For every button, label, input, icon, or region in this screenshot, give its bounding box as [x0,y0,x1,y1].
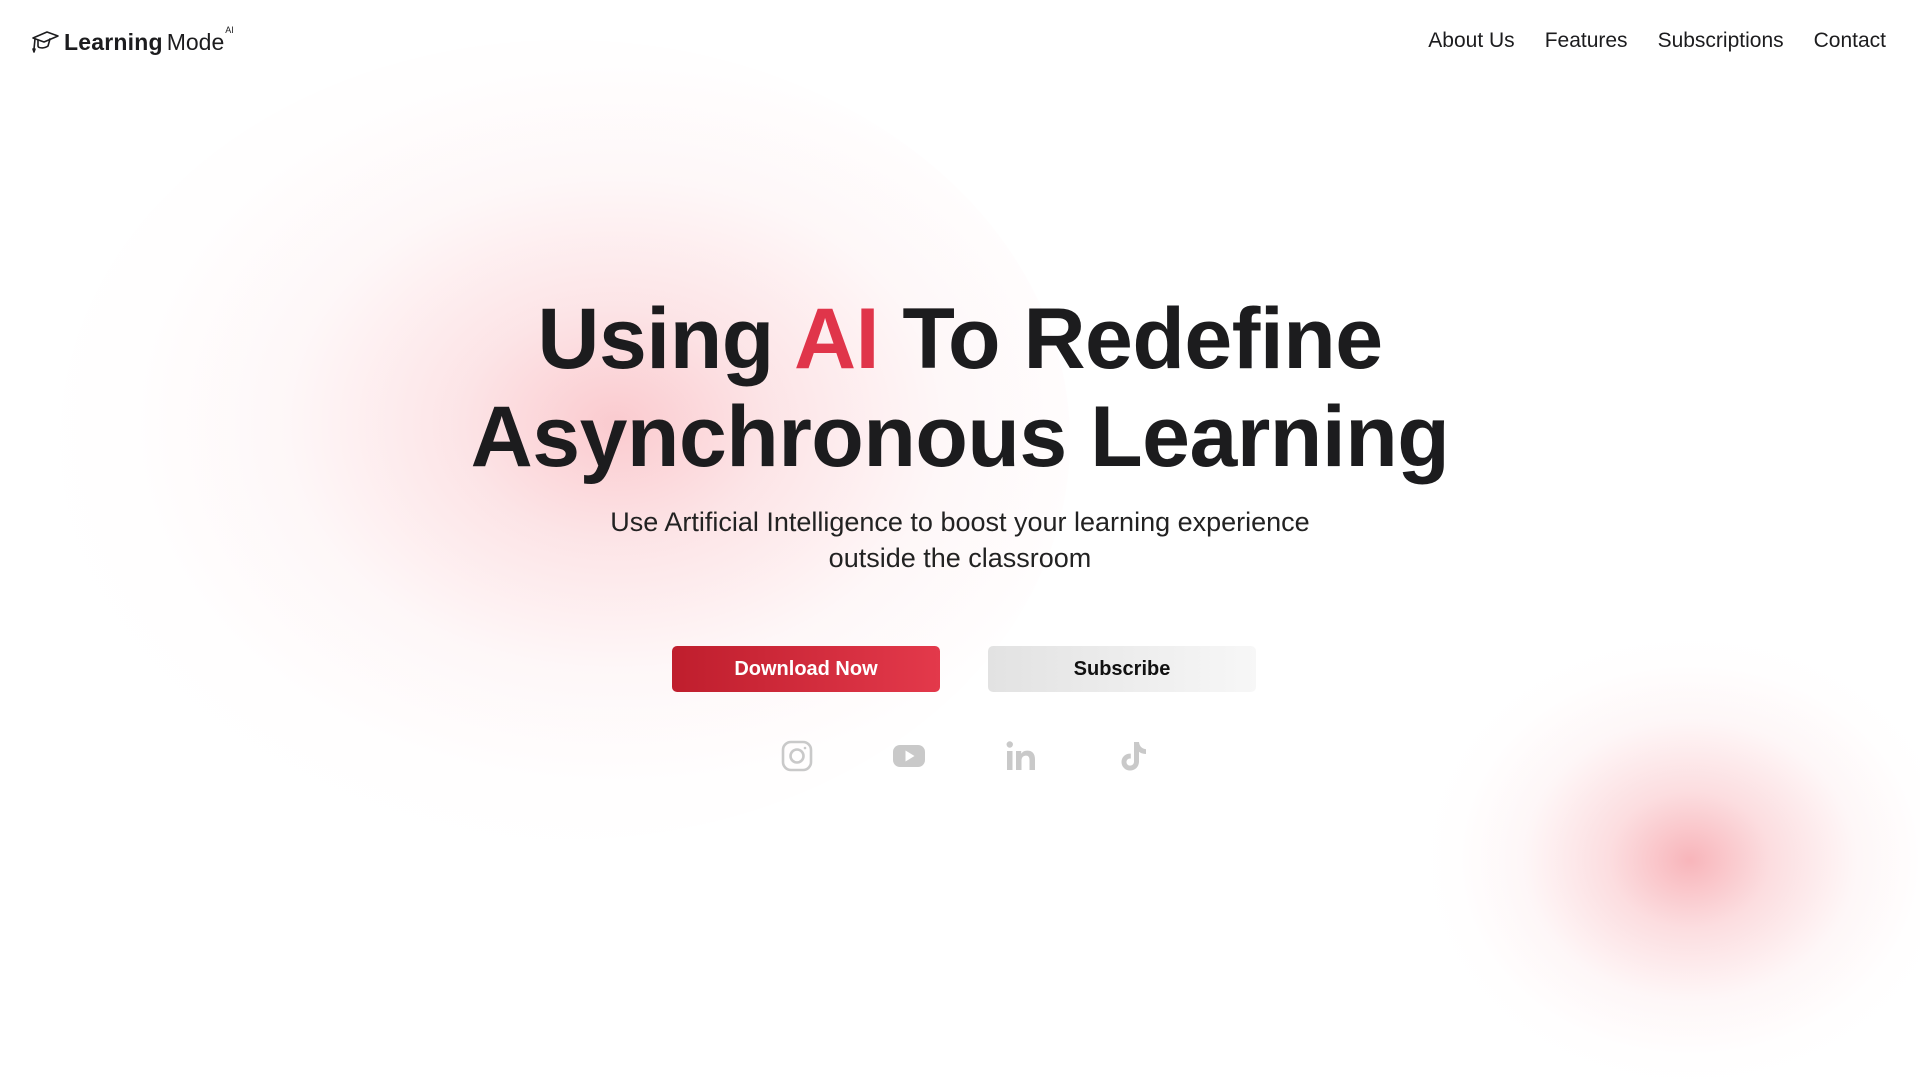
landing-page: Learning Mode AI About Us Features Subsc… [0,0,1920,1080]
tiktok-icon[interactable] [1116,738,1150,774]
main-nav: About Us Features Subscriptions Contact [1428,28,1886,54]
hero-title: Using AI To Redefine Asynchronous Learni… [0,290,1920,486]
brand-superscript: AI [225,25,234,35]
background-glow-right [1430,640,1920,1080]
brand-name-bold: Learning [64,28,163,55]
linkedin-icon[interactable] [1004,738,1038,774]
hero-title-part2: To Redefine [878,291,1383,387]
hero-title-line2: Asynchronous Learning [470,389,1450,485]
hero-title-part1: Using [537,291,794,387]
nav-about-us[interactable]: About Us [1428,28,1514,54]
nav-contact[interactable]: Contact [1814,28,1886,54]
brand-name-light: Mode [166,28,225,55]
cta-buttons: Download Now Subscribe [672,646,1256,692]
graduation-cap-icon [30,27,60,57]
instagram-icon[interactable] [780,738,814,774]
hero-title-accent: AI [793,291,880,387]
nav-subscriptions[interactable]: Subscriptions [1658,28,1784,54]
nav-features[interactable]: Features [1545,28,1628,54]
youtube-icon[interactable] [892,738,926,774]
download-now-button[interactable]: Download Now [672,646,940,692]
hero-subtitle: Use Artificial Intelligence to boost you… [610,507,1310,573]
hero-section: Using AI To Redefine Asynchronous Learni… [0,290,1920,576]
subscribe-button[interactable]: Subscribe [988,646,1256,692]
site-header: Learning Mode AI About Us Features Subsc… [0,0,1920,84]
brand-logo[interactable]: Learning Mode AI [30,25,234,58]
social-links [780,738,1150,774]
